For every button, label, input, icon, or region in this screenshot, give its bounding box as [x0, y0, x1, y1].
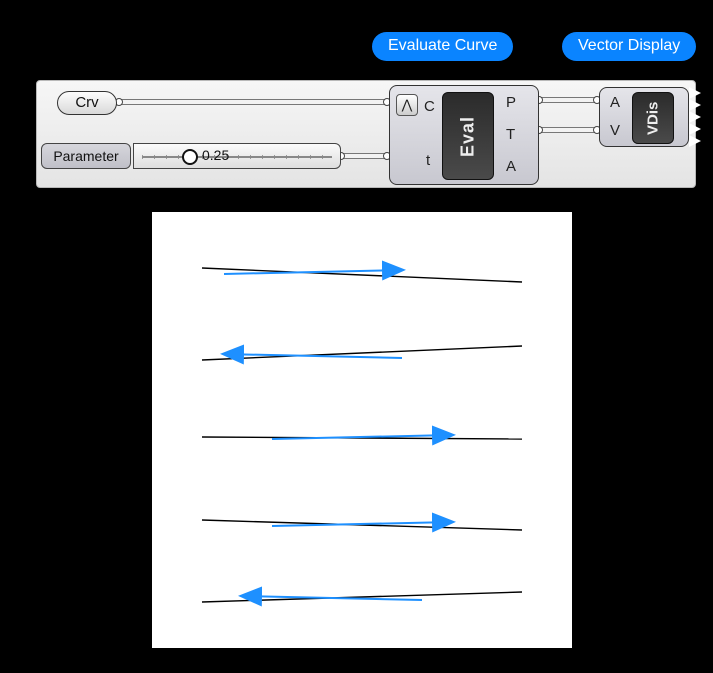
eval-label-pill: Evaluate Curve: [372, 32, 513, 61]
input-v-label: V: [610, 122, 620, 139]
slider-track: [142, 156, 332, 158]
slider-knob[interactable]: [182, 149, 198, 165]
wire-crv-to-c: [117, 99, 389, 105]
output-p-label: P: [506, 94, 516, 111]
wire-p-to-a: [539, 97, 599, 103]
crv-param[interactable]: Crv: [57, 91, 117, 115]
evaluate-curve-component[interactable]: ⋀ C t Eval P T A: [389, 85, 539, 185]
parameter-tag[interactable]: Parameter: [41, 143, 131, 169]
vector-display-component[interactable]: A V VDis: [599, 87, 689, 147]
vdis-grip-icon[interactable]: [689, 87, 701, 147]
vdis-name: VDis: [632, 92, 674, 144]
gh-canvas-strip: Crv Parameter 0.25 ⋀ C t Eval P T A A V …: [36, 80, 696, 188]
input-a-label: A: [610, 94, 620, 111]
slider-value-text: 0.25: [202, 147, 229, 163]
output-t-label: T: [506, 126, 515, 143]
vdis-label-pill: Vector Display: [562, 32, 696, 61]
input-c-label: C: [424, 98, 435, 115]
viewport-preview: [152, 212, 572, 648]
eval-name: Eval: [442, 92, 494, 180]
parameter-slider[interactable]: 0.25: [133, 143, 341, 169]
wire-param-to-t: [341, 153, 389, 159]
viewport-svg: [152, 212, 572, 648]
output-a-label: A: [506, 158, 516, 175]
wire-t-to-v: [539, 127, 599, 133]
reparam-icon[interactable]: ⋀: [396, 94, 418, 116]
input-t-label: t: [426, 152, 430, 169]
